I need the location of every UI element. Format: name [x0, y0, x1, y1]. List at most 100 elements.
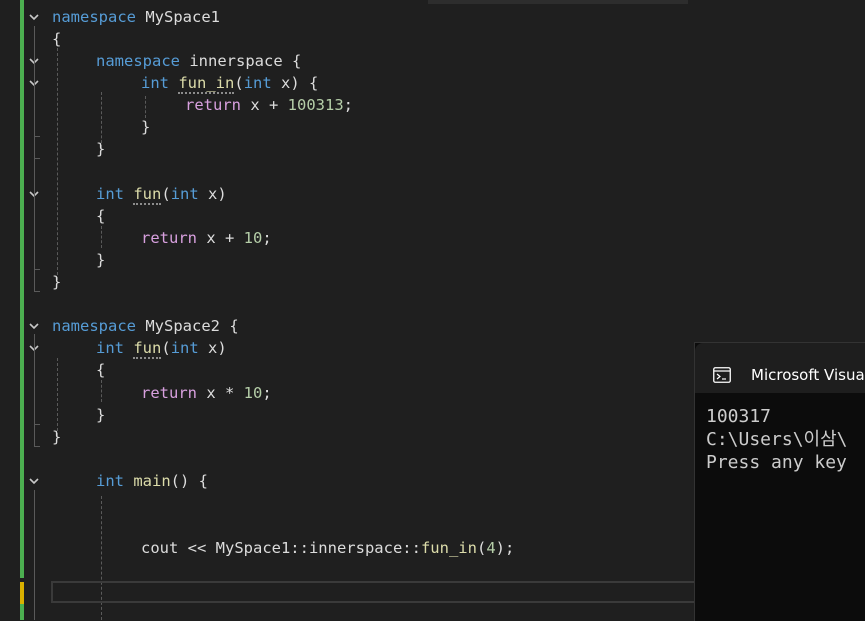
namespace-name: MySpace1 — [145, 8, 220, 26]
code-line[interactable]: int fun(int x) — [96, 337, 227, 359]
brace: { — [96, 207, 106, 225]
function-name: main — [133, 472, 171, 490]
code-line[interactable]: } — [96, 138, 105, 160]
code-line[interactable]: cout << MySpace1::innerspace::fun_in(4); — [141, 537, 514, 559]
brace: { — [229, 317, 239, 335]
code-line[interactable]: } — [96, 249, 105, 271]
code-line[interactable]: namespace innerspace { — [96, 50, 301, 72]
indent-guide — [145, 96, 146, 118]
param-name: x — [281, 74, 291, 92]
brace: } — [141, 118, 151, 136]
console-title-bar[interactable]: Microsoft Visual S — [695, 343, 865, 393]
editor-tab-strip — [428, 0, 688, 4]
type-keyword: int — [170, 339, 199, 357]
paren: ) — [217, 185, 227, 203]
console-output-line: C:\Users\이삼\ — [706, 429, 848, 450]
expression: x + — [250, 96, 288, 114]
keyword: namespace — [96, 52, 180, 70]
unsaved-change-indicator — [20, 582, 24, 604]
number-literal: 10 — [243, 384, 263, 402]
code-line[interactable]: int fun(int x) — [96, 183, 227, 205]
paren: ( — [476, 539, 487, 557]
code-line[interactable]: return x + 10; — [141, 227, 272, 249]
semicolon: ; — [262, 384, 272, 402]
type-keyword: int — [96, 339, 124, 357]
fold-chevron-icon[interactable] — [27, 319, 41, 333]
keyword: return — [141, 384, 197, 402]
function-name: fun_in — [420, 539, 477, 557]
paren: () { — [170, 472, 208, 490]
brace: } — [96, 140, 106, 158]
expression: x + — [206, 229, 244, 247]
fold-chevron-icon[interactable] — [27, 10, 41, 24]
indent-guide — [57, 358, 58, 436]
code-line[interactable]: } — [96, 404, 105, 426]
fold-region-end — [34, 269, 40, 270]
console-title: Microsoft Visual S — [751, 366, 865, 384]
paren: ( — [161, 339, 171, 357]
keyword: namespace — [52, 317, 136, 335]
expression: x * — [206, 384, 244, 402]
keyword: return — [185, 96, 241, 114]
indent-guide — [57, 48, 58, 280]
type-keyword: int — [243, 74, 272, 92]
fold-region-end — [34, 424, 40, 425]
console-app-icon — [713, 367, 731, 383]
namespace-name: MySpace2 — [145, 317, 220, 335]
fold-region-guide — [34, 334, 35, 446]
console-output-line: Press any key — [706, 452, 847, 473]
paren: ( — [161, 185, 171, 203]
code-line[interactable]: int main() { — [96, 470, 208, 492]
brace: { — [292, 52, 302, 70]
keyword: return — [141, 229, 197, 247]
semicolon: ; — [343, 96, 354, 114]
param-name: x — [208, 339, 218, 357]
fold-region-guide — [34, 490, 35, 620]
type-keyword: int — [141, 74, 169, 92]
console-window[interactable]: Microsoft Visual S 100317 C:\Users\이삼\ P… — [694, 342, 865, 621]
console-output-line: 100317 — [706, 406, 772, 427]
fold-chevron-icon[interactable] — [27, 474, 41, 488]
indent-guide — [101, 226, 102, 248]
indent-guide — [101, 380, 102, 402]
change-indicator-bar — [20, 604, 24, 620]
paren: ) — [217, 339, 227, 357]
current-line-highlight — [51, 581, 701, 603]
namespace-name: innerspace — [189, 52, 283, 70]
expression: cout << MySpace1::innerspace:: — [141, 539, 421, 557]
code-line[interactable]: { — [96, 359, 105, 381]
semicolon: ; — [262, 229, 272, 247]
code-line[interactable]: { — [96, 205, 105, 227]
code-line[interactable]: return x + 100313; — [185, 94, 353, 116]
brace: { — [52, 30, 62, 48]
paren: ( — [234, 74, 244, 92]
code-line[interactable]: { — [52, 28, 61, 50]
brace: } — [96, 406, 106, 424]
fold-region-guide — [34, 26, 35, 292]
param-name: x — [208, 185, 218, 203]
function-name: fun — [133, 185, 162, 205]
function-name: fun_in — [178, 74, 235, 94]
function-name: fun — [133, 339, 162, 359]
brace: } — [96, 251, 106, 269]
brace: } — [52, 273, 62, 291]
number-literal: 10 — [243, 229, 263, 247]
fold-region-end — [34, 136, 40, 137]
brace: } — [52, 428, 62, 446]
fold-region-end — [34, 446, 40, 447]
number-literal: 100313 — [287, 96, 344, 114]
code-line[interactable]: int fun_in(int x) { — [141, 72, 318, 94]
code-line[interactable]: namespace MySpace2 { — [52, 315, 239, 337]
type-keyword: int — [96, 185, 124, 203]
type-keyword: int — [170, 185, 199, 203]
code-line[interactable]: namespace MySpace1 — [52, 6, 220, 28]
code-line[interactable]: } — [52, 426, 61, 448]
code-line[interactable]: } — [141, 116, 150, 138]
code-line[interactable]: } — [52, 271, 61, 293]
keyword: namespace — [52, 8, 136, 26]
fold-region-end — [34, 158, 40, 159]
fold-region-end — [34, 291, 40, 292]
paren: ) { — [290, 74, 319, 92]
code-line[interactable]: return x * 10; — [141, 382, 272, 404]
change-indicator-bar — [20, 0, 24, 578]
